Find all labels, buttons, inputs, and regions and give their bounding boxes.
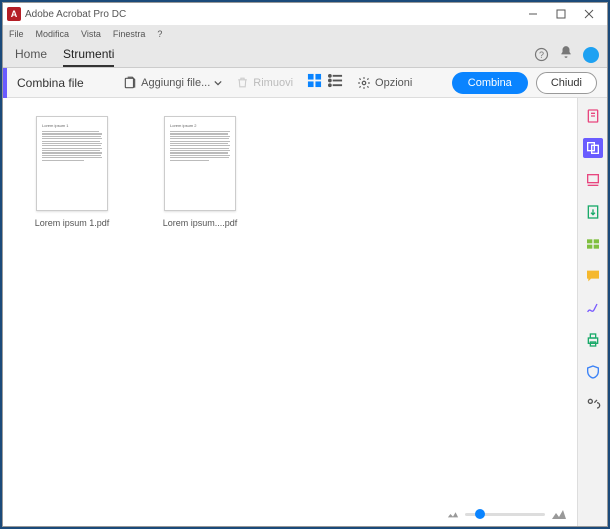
zoom-in-icon[interactable]: [551, 508, 567, 520]
zoom-handle[interactable]: [475, 509, 485, 519]
window-controls: [519, 4, 603, 24]
tool-organize[interactable]: [583, 234, 603, 254]
page-header: Lorem ipsum 1: [42, 123, 102, 128]
close-button[interactable]: Chiudi: [536, 72, 597, 94]
app-icon: A: [7, 7, 21, 21]
menu-finestra[interactable]: Finestra: [113, 29, 146, 39]
tool-comment[interactable]: [583, 266, 603, 286]
help-icon[interactable]: ?: [533, 47, 549, 63]
page-lines: [170, 131, 230, 161]
file-thumb[interactable]: Lorem ipsum 1 Lorem ipsum 1.pdf: [27, 116, 117, 228]
tab-strumenti[interactable]: Strumenti: [63, 43, 114, 67]
tabbar-right: ?: [533, 45, 599, 64]
combine-button[interactable]: Combina: [452, 72, 528, 94]
accent-strip: [3, 68, 7, 98]
toolbar-mid: Aggiungi file... Rimuovi Opzioni: [123, 73, 412, 93]
add-files-button[interactable]: Aggiungi file...: [123, 76, 222, 90]
toolbar-title: Combina file: [17, 76, 84, 90]
file-label: Lorem ipsum....pdf: [150, 218, 250, 228]
page-preview: Lorem ipsum 2: [164, 116, 236, 211]
page-preview: Lorem ipsum 1: [36, 116, 108, 211]
options-button[interactable]: Opzioni: [357, 76, 412, 90]
tool-protect[interactable]: [583, 362, 603, 382]
main-area: Lorem ipsum 1 Lorem ipsum 1.pdf Lorem ip…: [3, 98, 607, 526]
app-window: A Adobe Acrobat Pro DC File Modifica Vis…: [2, 2, 608, 527]
menu-modifica[interactable]: Modifica: [36, 29, 70, 39]
tabbar: Home Strumenti ?: [3, 42, 607, 68]
bell-icon[interactable]: [559, 45, 573, 64]
list-view-icon[interactable]: [328, 73, 343, 93]
right-sidebar: [577, 98, 607, 526]
content-area[interactable]: Lorem ipsum 1 Lorem ipsum 1.pdf Lorem ip…: [3, 98, 577, 526]
menubar: File Modifica Vista Finestra ?: [3, 25, 607, 42]
minimize-button[interactable]: [519, 4, 547, 24]
tabbar-left: Home Strumenti: [15, 43, 114, 67]
view-toggle: [307, 73, 343, 93]
remove-button: Rimuovi: [236, 76, 293, 89]
toolbar: Combina file Aggiungi file... Rimuovi Op…: [3, 68, 607, 98]
menu-vista[interactable]: Vista: [81, 29, 101, 39]
app-title: Adobe Acrobat Pro DC: [25, 9, 126, 20]
trash-icon: [236, 76, 249, 89]
tool-combine[interactable]: [583, 138, 603, 158]
page-header: Lorem ipsum 2: [170, 123, 230, 128]
menu-file[interactable]: File: [9, 29, 24, 39]
tool-create-pdf[interactable]: [583, 106, 603, 126]
svg-text:?: ?: [538, 50, 543, 60]
zoom-slider[interactable]: [465, 513, 545, 516]
grid-view-icon[interactable]: [307, 73, 322, 93]
close-window-button[interactable]: [575, 4, 603, 24]
titlebar-left: A Adobe Acrobat Pro DC: [7, 7, 126, 21]
tool-fill-sign[interactable]: [583, 298, 603, 318]
chevron-down-icon: [214, 79, 222, 87]
remove-label: Rimuovi: [253, 77, 293, 89]
file-thumb[interactable]: Lorem ipsum 2 Lorem ipsum....pdf: [155, 116, 245, 228]
menu-help[interactable]: ?: [157, 29, 162, 39]
options-label: Opzioni: [375, 77, 412, 89]
zoom-bar: [447, 508, 567, 520]
add-files-label: Aggiungi file...: [141, 77, 210, 89]
maximize-button[interactable]: [547, 4, 575, 24]
titlebar: A Adobe Acrobat Pro DC: [3, 3, 607, 25]
tool-edit-pdf[interactable]: [583, 170, 603, 190]
tool-print[interactable]: [583, 330, 603, 350]
file-label: Lorem ipsum 1.pdf: [22, 218, 122, 228]
page-lines: [42, 131, 102, 161]
gear-icon: [357, 76, 371, 90]
tool-export-pdf[interactable]: [583, 202, 603, 222]
zoom-out-icon[interactable]: [447, 509, 459, 519]
toolbar-right: Combina Chiudi: [452, 72, 597, 94]
tool-more[interactable]: [583, 394, 603, 414]
avatar[interactable]: [583, 47, 599, 63]
toolbar-left: Combina file: [3, 68, 84, 98]
tab-home[interactable]: Home: [15, 43, 47, 67]
